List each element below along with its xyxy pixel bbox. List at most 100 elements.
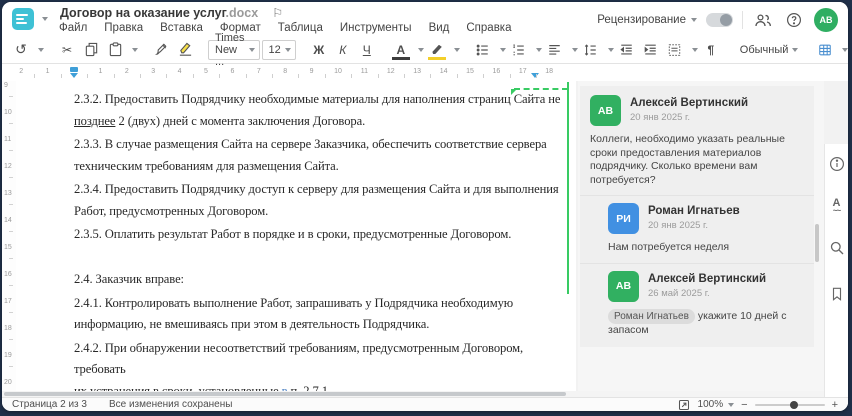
decrease-indent-button[interactable] [616,39,638,61]
paragraph-3[interactable]: 2.3.5. Оплатить результат Работ в порядк… [74,224,574,246]
bold-button[interactable]: Ж [308,39,330,61]
copy-button[interactable] [80,39,102,61]
underline-button[interactable]: Ч [356,39,378,61]
font-color-button[interactable]: А [390,39,412,61]
align-caret-icon[interactable] [571,47,578,52]
numbered-list-caret-icon[interactable] [535,47,542,52]
menu-item-2[interactable]: Вставка [160,22,203,34]
zoom-out-button[interactable]: − [741,399,747,411]
flag-icon[interactable]: ⚐ [272,6,283,20]
ruler-tick [9,122,13,124]
ruler-number: 9 [4,82,8,89]
mention-chip[interactable]: Роман Игнатьев [608,308,695,324]
ruler-number: 17 [518,68,527,75]
menu-item-5[interactable]: Инструменты [340,22,412,34]
ruler-number: 13 [413,68,422,75]
document-text[interactable]: 2.3.2. Предоставить Подрядчику необходим… [74,89,574,411]
indent-marker-left-icon[interactable] [70,67,78,72]
font-size-select[interactable]: 12 [261,39,296,60]
comment-text: Роман Игнатьев укажите 10 дней с запасом [608,308,787,336]
undo-button[interactable]: ↺ [10,39,32,61]
paragraph-0[interactable]: 2.3.2. Предоставить Подрядчику необходим… [74,89,574,132]
menu-item-0[interactable]: Файл [59,22,87,34]
clear-style-button[interactable] [174,39,196,61]
zoom-value[interactable]: 100% [698,399,724,410]
insert-table-button[interactable] [814,39,836,61]
collaboration-users-icon[interactable] [752,9,774,31]
numbered-list-button[interactable] [508,39,530,61]
paste-caret-icon[interactable] [132,47,138,52]
comment-0[interactable]: АВ Алексей Вертинский 20 янв 2025 г. Коллег… [580,88,814,195]
info-icon[interactable] [826,153,848,175]
menu-item-4[interactable]: Таблица [278,22,323,34]
comment-2[interactable]: АВ Алексей Вертинский 26 май 2025 г. Роман … [580,262,814,346]
paragraph-borders-button[interactable] [664,39,686,61]
insert-table-caret-icon[interactable] [842,47,848,52]
horizontal-ruler[interactable]: 1 2 1 2 3 4 5 6 7 8 9 10 11 12 13 14 15 16 17 18 [2,65,578,81]
menu-item-1[interactable]: Правка [104,22,143,34]
ruler-tick [9,257,13,259]
comment-author: Алексей Вертинский [630,97,749,109]
horizontal-scrollbar-thumb[interactable] [4,392,566,396]
document-page[interactable]: 2.3.2. Предоставить Подрядчику необходим… [16,81,576,411]
ruler-number: 11 [360,68,369,75]
format-painter-button[interactable] [150,39,172,61]
increase-indent-button[interactable] [640,39,662,61]
toolbar: ↺ ✂ Times New ... 12 Ж К Ч А ¶ Обычный [2,32,848,68]
highlight-color-button[interactable] [426,39,448,61]
vertical-ruler[interactable]: 9 10 11 12 13 14 15 16 17 18 19 20 [2,81,17,394]
review-toggle[interactable] [706,13,733,27]
paragraph-6[interactable]: 2.4.1. Контролировать выполнение Работ, … [74,293,574,336]
main-area: 9 10 11 12 13 14 15 16 17 18 19 20 2.3.2. Предостав… [2,81,848,411]
user-avatar[interactable]: АВ [814,8,838,32]
line-spacing-caret-icon[interactable] [607,47,614,52]
bullet-list-caret-icon[interactable] [499,47,506,52]
search-icon[interactable] [826,237,848,259]
paragraph-1[interactable]: 2.3.3. В случае размещения Сайта на серв… [74,134,574,177]
zoom-slider-thumb[interactable] [789,400,798,409]
font-name-select[interactable]: Times New ... [208,32,260,68]
undo-caret-icon[interactable] [38,47,44,52]
comment-avatar: АВ [608,270,639,302]
zoom-in-button[interactable]: + [832,399,838,411]
comment-thread[interactable]: АВ Алексей Вертинский 20 янв 2025 г. Коллег… [580,86,814,347]
paragraph-style-select[interactable]: Обычный [733,39,803,60]
review-caret-icon[interactable] [691,18,697,22]
zoom-slider[interactable] [754,400,825,409]
menu-item-6[interactable]: Вид [429,22,450,34]
right-indent-marker-icon[interactable] [531,73,539,78]
paste-button[interactable] [104,39,126,61]
header: Договор на оказание услуг.docx ⚐ Файл Прав… [2,2,848,36]
logo-caret-icon[interactable] [42,17,48,21]
help-icon[interactable] [783,9,805,31]
ruler-number: 3 [151,68,156,75]
paragraph-5[interactable]: 2.4. Заказчик вправе: [74,269,574,291]
fit-page-icon[interactable] [677,398,691,412]
highlight-caret-icon[interactable] [453,47,460,52]
paragraph-2[interactable]: 2.3.4. Предоставить Подрядчику доступ к … [74,179,574,222]
spellcheck-icon[interactable]: А ~~ [833,198,842,215]
page-indicator[interactable]: Страница 2 из 3 [12,399,87,410]
bookmark-icon[interactable] [826,283,848,305]
line-spacing-button[interactable] [580,39,602,61]
paragraph-borders-caret-icon[interactable] [691,47,698,52]
zoom-caret-icon[interactable] [728,402,735,407]
align-button[interactable] [544,39,566,61]
comment-1[interactable]: РИ Роман Игнатьев 20 янв 2025 г. Нам потреб… [580,195,814,263]
app-logo-icon[interactable] [12,8,34,30]
header-right: Рецензирование АВ [597,8,838,32]
comment-text: Коллеги, необходимо указать реальные сро… [590,133,785,186]
review-mode-label[interactable]: Рецензирование [597,14,686,26]
italic-button[interactable]: К [332,39,354,61]
ruler-tick [483,74,485,78]
menu-item-7[interactable]: Справка [466,22,511,34]
first-line-indent-marker-icon[interactable] [70,73,78,78]
ruler-number: 20 [4,379,12,386]
nonprinting-chars-button[interactable]: ¶ [700,39,722,61]
ruler-number: 6 [230,68,235,75]
font-color-caret-icon[interactable] [417,47,424,52]
bullet-list-button[interactable] [472,39,494,61]
comments-scrollbar[interactable] [815,224,819,262]
cut-button[interactable]: ✂ [56,39,78,61]
